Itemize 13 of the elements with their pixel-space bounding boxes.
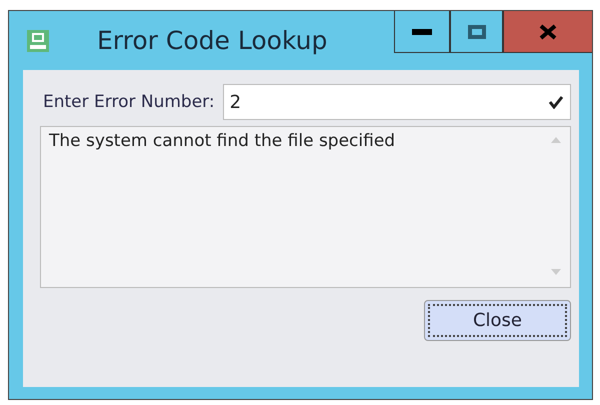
close-button[interactable]: Close <box>424 300 571 341</box>
maximize-button[interactable] <box>450 11 503 53</box>
computer-icon <box>27 30 49 52</box>
field-label: Enter Error Number: <box>43 92 215 112</box>
checkmark-icon <box>548 95 564 109</box>
close-window-button[interactable] <box>503 11 592 53</box>
error-number-field[interactable]: 2 <box>222 84 571 120</box>
maximize-icon <box>468 24 486 38</box>
minimize-button[interactable] <box>394 11 450 53</box>
close-icon <box>539 24 557 40</box>
window-title: Error Code Lookup <box>97 26 328 55</box>
minimize-icon <box>412 28 432 34</box>
error-message: The system cannot find the file specified <box>49 131 396 153</box>
